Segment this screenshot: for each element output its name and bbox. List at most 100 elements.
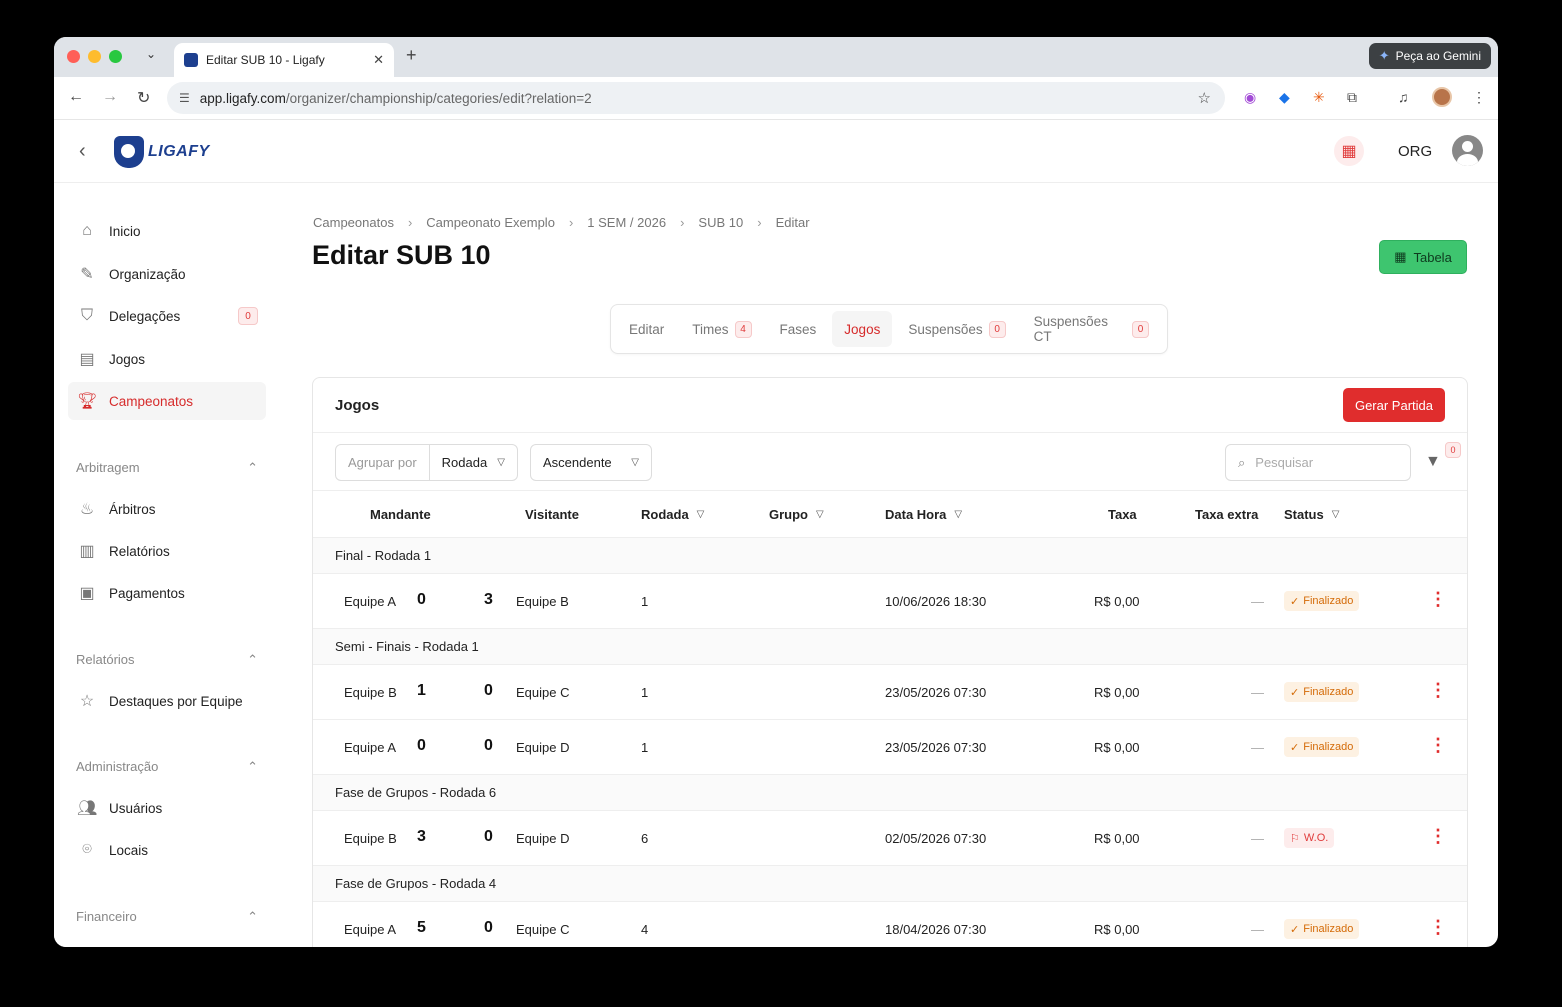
section-arbitragem[interactable]: Arbitragem ⌃: [76, 460, 258, 476]
table-row[interactable]: Equipe A 0 0 Equipe D 1 23/05/2026 07:30…: [313, 720, 1467, 775]
section-administracao[interactable]: Administração ⌃: [76, 759, 258, 775]
table-row[interactable]: Equipe A 5 0 Equipe C 4 18/04/2026 07:30…: [313, 902, 1467, 947]
extension-radio-icon[interactable]: ◉: [1244, 89, 1256, 106]
breadcrumb-item[interactable]: Campeonato Exemplo: [426, 215, 555, 230]
maximize-window-button[interactable]: [109, 50, 122, 63]
table-row[interactable]: Equipe B 3 0 Equipe D 6 02/05/2026 07:30…: [313, 811, 1467, 866]
close-tab-icon[interactable]: ✕: [373, 52, 384, 68]
extension-tag-icon[interactable]: ◆: [1279, 89, 1290, 106]
chevron-down-icon: ▽: [497, 457, 505, 468]
tab-suspensoes[interactable]: Suspensões 0: [896, 311, 1017, 347]
table-row[interactable]: Equipe A 0 3 Equipe B 1 10/06/2026 18:30…: [313, 574, 1467, 629]
browser-tab[interactable]: Editar SUB 10 - Ligafy ✕: [174, 43, 394, 77]
away-score: 3: [484, 591, 493, 608]
breadcrumb-item[interactable]: SUB 10: [698, 215, 743, 230]
tab-label: Fases: [779, 321, 817, 337]
bookmark-star-icon[interactable]: ☆: [1198, 89, 1211, 107]
sidebar-item-label: Jogos: [109, 351, 146, 367]
building-icon[interactable]: ▦: [1334, 136, 1364, 166]
filter-icon[interactable]: ▼: [1425, 453, 1441, 471]
browser-toolbar: ← → ↻ ☰ app.ligafy.com/organizer/champio…: [54, 77, 1498, 120]
reload-icon[interactable]: ↻: [137, 88, 150, 108]
sidebar-item-jogos[interactable]: ▤ Jogos: [68, 340, 266, 378]
generate-match-button[interactable]: Gerar Partida: [1343, 388, 1445, 422]
sidebar-item-relatorios[interactable]: ▥ Relatórios: [68, 532, 266, 570]
back-arrow-icon[interactable]: ←: [68, 88, 84, 106]
status-badge: ✓ Finalizado: [1284, 591, 1360, 611]
sidebar-item-campeonatos[interactable]: 🏆︎ Campeonatos: [68, 382, 266, 420]
check-circle-icon: ✓: [1290, 686, 1300, 699]
away-score: 0: [484, 828, 493, 845]
org-label[interactable]: ORG: [1398, 143, 1432, 160]
row-menu-icon[interactable]: ⋮: [1429, 681, 1447, 699]
groupby-value: Rodada: [441, 455, 488, 470]
breadcrumb-item[interactable]: 1 SEM / 2026: [587, 215, 666, 230]
col-rodada[interactable]: Rodada ▽: [641, 507, 704, 522]
search-field[interactable]: ⌕: [1225, 444, 1411, 481]
chevron-up-icon: ⌃: [247, 759, 258, 774]
tab-times[interactable]: Times 4: [680, 311, 763, 347]
ligafy-logo[interactable]: LIGAFY: [114, 136, 210, 168]
order-select[interactable]: Ascendente ▽: [530, 444, 652, 481]
tabela-button[interactable]: ▦ Tabela: [1379, 240, 1467, 274]
forward-arrow-icon[interactable]: →: [102, 88, 118, 106]
col-data-hora[interactable]: Data Hora ▽: [885, 507, 962, 522]
profile-avatar[interactable]: [1432, 87, 1452, 107]
section-relatorios[interactable]: Relatórios ⌃: [76, 652, 258, 668]
favicon-icon: [184, 53, 198, 67]
tab-jogos[interactable]: Jogos: [832, 311, 893, 347]
sidebar-item-inicio[interactable]: ⌂ Inicio: [68, 212, 266, 250]
back-chevron-icon[interactable]: ‹: [79, 140, 86, 163]
sidebar-item-delegacoes[interactable]: ⛉ Delegações 0: [68, 297, 266, 335]
gemini-button[interactable]: ✦ Peça ao Gemini: [1368, 43, 1491, 69]
tab-suspensoes-ct[interactable]: Suspensões CT 0: [1022, 311, 1161, 347]
row-menu-icon[interactable]: ⋮: [1429, 918, 1447, 936]
col-grupo[interactable]: Grupo ▽: [769, 507, 824, 522]
site-info-icon[interactable]: ☰: [179, 91, 190, 105]
card-header: Jogos Gerar Partida: [313, 378, 1467, 433]
calendar-icon: ▦: [1394, 249, 1407, 264]
search-input[interactable]: [1255, 455, 1386, 470]
close-window-button[interactable]: [67, 50, 80, 63]
extensions-puzzle-icon[interactable]: ⧉: [1347, 89, 1357, 106]
sidebar-item-label: Pagamentos: [109, 585, 185, 601]
row-menu-icon[interactable]: ⋮: [1429, 590, 1447, 608]
extra-fee-value: —: [1251, 685, 1264, 700]
table-row[interactable]: Equipe B 1 0 Equipe C 1 23/05/2026 07:30…: [313, 665, 1467, 720]
row-menu-icon[interactable]: ⋮: [1429, 827, 1447, 845]
groupby-label: Agrupar por: [336, 445, 430, 480]
address-bar[interactable]: ☰ app.ligafy.com/organizer/championship/…: [167, 82, 1225, 114]
sidebar-item-usuarios[interactable]: 👥︎ Usuários: [68, 789, 266, 827]
sidebar-item-label: Delegações: [109, 308, 181, 324]
groupby-select[interactable]: Agrupar por Rodada ▽: [335, 444, 518, 481]
games-card: Jogos Gerar Partida Agrupar por Rodada ▽ …: [312, 377, 1468, 947]
tab-count-badge: 0: [988, 320, 1006, 338]
section-financeiro[interactable]: Financeiro ⌃: [76, 909, 258, 925]
sidebar-item-pagamentos[interactable]: ▣ Pagamentos: [68, 574, 266, 612]
breadcrumb-item[interactable]: Campeonatos: [313, 215, 394, 230]
user-avatar[interactable]: [1452, 135, 1483, 166]
sidebar-item-organizacao[interactable]: ✎ Organização: [68, 255, 266, 293]
delegacoes-count-badge: 0: [238, 307, 258, 325]
extension-burst-icon[interactable]: ✳: [1313, 89, 1325, 106]
row-menu-icon[interactable]: ⋮: [1429, 736, 1447, 754]
section-title: Administração: [76, 759, 159, 774]
home-icon: ⌂: [82, 222, 92, 239]
chevron-right-icon: ›: [757, 215, 762, 230]
edit-icon: ✎: [80, 266, 94, 283]
tab-fases[interactable]: Fases: [768, 311, 829, 347]
sidebar-item-locais[interactable]: ⌾ Locais: [68, 831, 266, 869]
sidebar-item-label: Organização: [109, 266, 186, 282]
sidebar-item-arbitros[interactable]: ♨ Árbitros: [68, 490, 266, 528]
minimize-window-button[interactable]: [88, 50, 101, 63]
logo-shield-icon: [114, 136, 144, 168]
browser-window: ⌄ Editar SUB 10 - Ligafy ✕ + ✦ Peça ao G…: [54, 37, 1498, 947]
media-control-icon[interactable]: ♫: [1398, 89, 1409, 105]
status-badge: ✓ Finalizado: [1284, 919, 1360, 939]
browser-menu-icon[interactable]: ⋮: [1472, 89, 1486, 106]
col-status[interactable]: Status ▽: [1284, 507, 1339, 522]
tab-search-icon[interactable]: ⌄: [146, 47, 156, 61]
new-tab-icon[interactable]: +: [406, 45, 417, 66]
tab-editar[interactable]: Editar: [617, 311, 676, 347]
sidebar-item-destaques[interactable]: ☆ Destaques por Equipe: [68, 682, 266, 720]
